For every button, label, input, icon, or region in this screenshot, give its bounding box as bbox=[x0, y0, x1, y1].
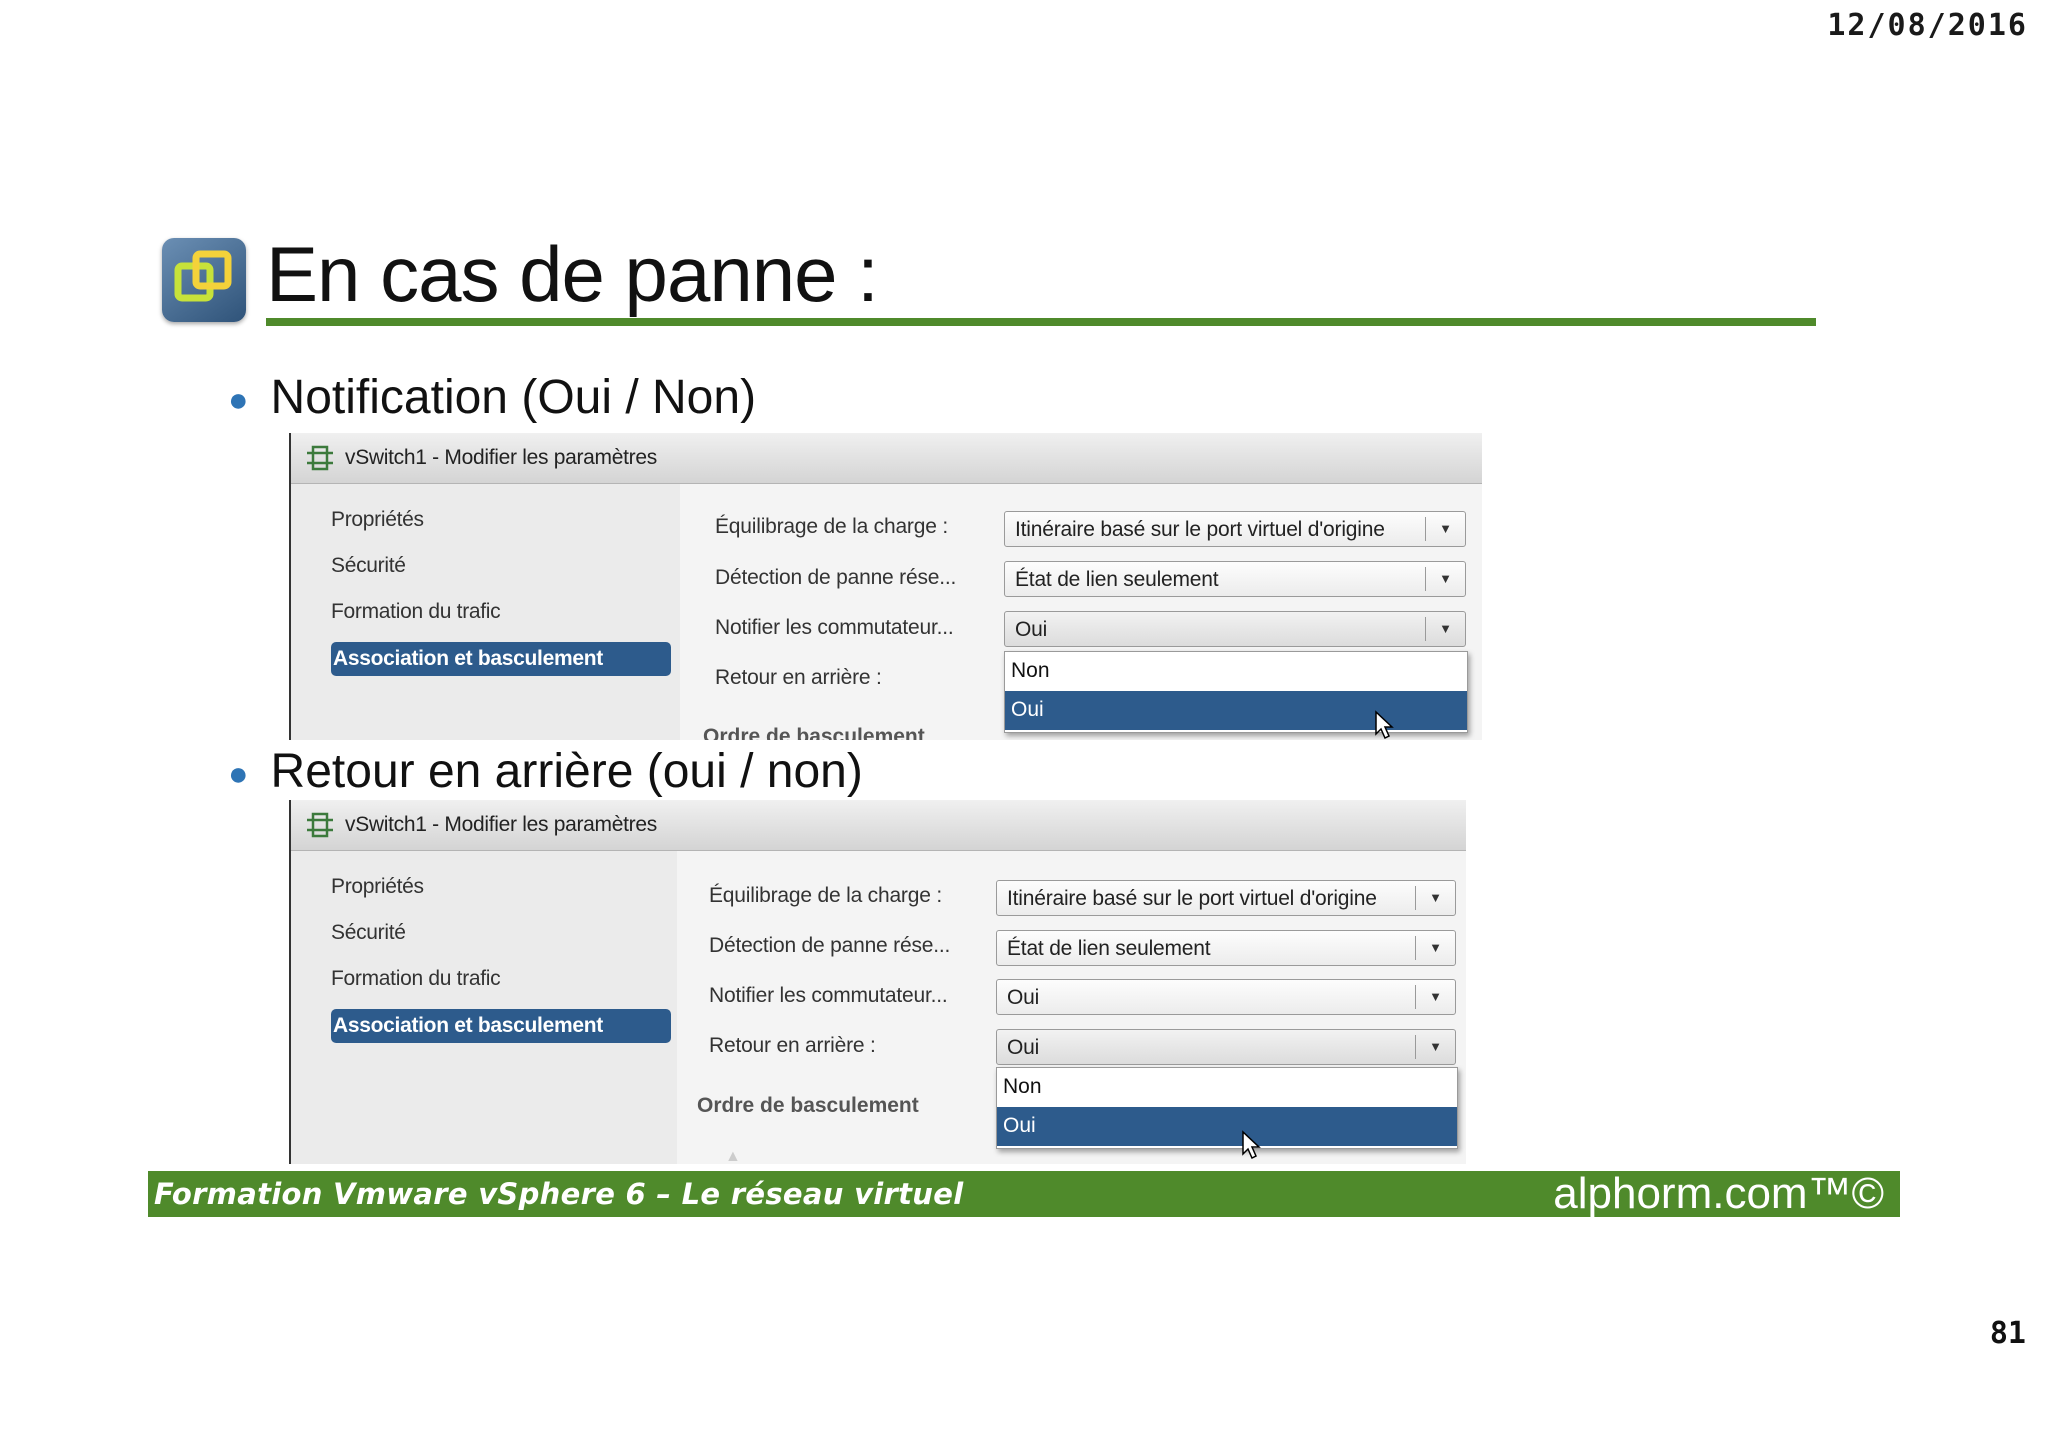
select-value: Oui bbox=[1007, 986, 1040, 1009]
nav-item-proprietes[interactable]: Propriétés bbox=[331, 508, 424, 532]
select-separator bbox=[1425, 617, 1426, 641]
dropdown-list-failback: Non Oui bbox=[996, 1067, 1458, 1149]
footer-bar: Formation Vmware vSphere 6 – Le réseau v… bbox=[148, 1169, 1900, 1218]
nav-item-proprietes[interactable]: Propriétés bbox=[331, 875, 424, 899]
label-load-balancing: Équilibrage de la charge : bbox=[709, 884, 942, 907]
select-value: Oui bbox=[1015, 618, 1048, 641]
bullet-notification: ● Notification (Oui / Non) bbox=[228, 370, 756, 428]
dialog-title: vSwitch1 - Modifier les paramètres bbox=[345, 813, 657, 836]
failover-order-heading: Ordre de basculement bbox=[703, 725, 925, 740]
dialog-nav: Propriétés Sécurité Formation du trafic … bbox=[291, 484, 680, 740]
dropdown-arrow-icon: ▼ bbox=[1439, 621, 1452, 636]
select-separator bbox=[1415, 936, 1416, 960]
select-notify-switches[interactable]: Oui ▼ bbox=[1004, 611, 1466, 647]
footer-brand: alphorm.com™© bbox=[1553, 1169, 1884, 1218]
dialog-title: vSwitch1 - Modifier les paramètres bbox=[345, 446, 657, 469]
select-value: Itinéraire basé sur le port virtuel d'or… bbox=[1015, 518, 1385, 541]
dialog-screenshot-notification: vSwitch1 - Modifier les paramètres Propr… bbox=[289, 433, 1482, 740]
select-value: Itinéraire basé sur le port virtuel d'or… bbox=[1007, 887, 1377, 910]
nav-item-formation-trafic[interactable]: Formation du trafic bbox=[331, 600, 501, 624]
select-separator bbox=[1415, 1035, 1416, 1059]
dropdown-arrow-icon: ▼ bbox=[1429, 890, 1442, 905]
option-oui[interactable]: Oui bbox=[1005, 691, 1467, 730]
dialog-screenshot-failback: vSwitch1 - Modifier les paramètres Propr… bbox=[289, 800, 1466, 1164]
select-value: Oui bbox=[1007, 1036, 1040, 1059]
bullet-text: Retour en arrière (oui / non) bbox=[270, 745, 863, 798]
label-load-balancing: Équilibrage de la charge : bbox=[715, 515, 948, 538]
failover-order-heading: Ordre de basculement bbox=[697, 1094, 919, 1117]
select-load-balancing[interactable]: Itinéraire basé sur le port virtuel d'or… bbox=[996, 880, 1456, 916]
page-number: 81 bbox=[1989, 1316, 2026, 1351]
select-notify-switches[interactable]: Oui ▼ bbox=[996, 979, 1456, 1015]
label-notify-switches: Notifier les commutateur... bbox=[709, 984, 948, 1007]
nav-item-securite[interactable]: Sécurité bbox=[331, 921, 406, 945]
bullet-text: Notification (Oui / Non) bbox=[270, 371, 757, 424]
select-failback[interactable]: Oui ▼ bbox=[996, 1029, 1456, 1065]
date-label: 12/08/2016 bbox=[1827, 8, 2028, 43]
label-failure-detection: Détection de panne rése... bbox=[709, 934, 951, 957]
option-non[interactable]: Non bbox=[997, 1068, 1457, 1107]
nav-item-securite[interactable]: Sécurité bbox=[331, 554, 406, 578]
move-up-arrow-icon[interactable]: ▲ bbox=[725, 1148, 741, 1164]
label-failback: Retour en arrière : bbox=[709, 1034, 876, 1057]
bullet-failback: ● Retour en arrière (oui / non) bbox=[228, 744, 863, 802]
label-failback: Retour en arrière : bbox=[715, 666, 882, 689]
label-notify-switches: Notifier les commutateur... bbox=[715, 616, 954, 639]
select-separator bbox=[1425, 567, 1426, 591]
option-oui[interactable]: Oui bbox=[997, 1107, 1457, 1146]
select-load-balancing[interactable]: Itinéraire basé sur le port virtuel d'or… bbox=[1004, 511, 1466, 547]
dropdown-arrow-icon: ▼ bbox=[1429, 1039, 1442, 1054]
nav-item-formation-trafic[interactable]: Formation du trafic bbox=[331, 967, 501, 991]
vsphere-logo-icon bbox=[162, 238, 246, 322]
select-value: État de lien seulement bbox=[1007, 937, 1211, 960]
option-non[interactable]: Non bbox=[1005, 652, 1467, 691]
dialog-header: vSwitch1 - Modifier les paramètres bbox=[291, 800, 1466, 851]
bullet-dot-icon: ● bbox=[228, 381, 249, 420]
slide-title: En cas de panne : bbox=[266, 230, 879, 318]
vswitch-icon bbox=[305, 811, 335, 844]
select-value: État de lien seulement bbox=[1015, 568, 1219, 591]
mouse-cursor-icon bbox=[1375, 710, 1394, 740]
label-failure-detection: Détection de panne rése... bbox=[715, 566, 957, 589]
dropdown-arrow-icon: ▼ bbox=[1439, 571, 1452, 586]
dialog-nav: Propriétés Sécurité Formation du trafic … bbox=[291, 851, 677, 1164]
dropdown-arrow-icon: ▼ bbox=[1429, 940, 1442, 955]
dropdown-arrow-icon: ▼ bbox=[1429, 989, 1442, 1004]
select-failure-detection[interactable]: État de lien seulement ▼ bbox=[996, 930, 1456, 966]
select-separator bbox=[1415, 886, 1416, 910]
mouse-cursor-icon bbox=[1242, 1130, 1261, 1160]
select-separator bbox=[1415, 985, 1416, 1009]
vswitch-icon bbox=[305, 444, 335, 477]
dropdown-list-notify: Non Oui bbox=[1004, 651, 1468, 733]
footer-course-title: Formation Vmware vSphere 6 – Le réseau v… bbox=[154, 1177, 964, 1211]
select-failure-detection[interactable]: État de lien seulement ▼ bbox=[1004, 561, 1466, 597]
select-separator bbox=[1425, 517, 1426, 541]
title-underline bbox=[266, 318, 1816, 326]
nav-item-association-basculement[interactable]: Association et basculement bbox=[331, 1009, 671, 1043]
dropdown-arrow-icon: ▼ bbox=[1439, 521, 1452, 536]
nav-item-association-basculement[interactable]: Association et basculement bbox=[331, 642, 671, 676]
dialog-header: vSwitch1 - Modifier les paramètres bbox=[291, 433, 1482, 484]
bullet-dot-icon: ● bbox=[228, 755, 249, 794]
